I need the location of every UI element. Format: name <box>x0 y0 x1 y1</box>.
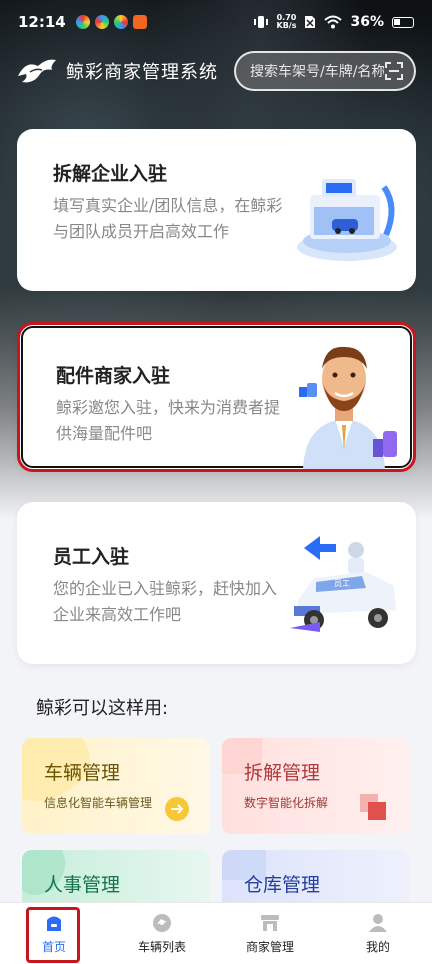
tab-selection-highlight <box>26 907 80 963</box>
tile-subtitle: 信息化智能车辆管理 <box>44 796 153 810</box>
factory-illustration-icon <box>297 179 397 261</box>
tab-label: 商家管理 <box>245 940 294 954</box>
app-notification-icon <box>113 15 128 29</box>
tile-title: 仓库管理 <box>244 874 321 896</box>
no-sim-icon <box>305 16 316 28</box>
hr-management-tile[interactable]: 人事管理 <box>22 850 210 910</box>
app-notification-icon <box>132 15 147 29</box>
usage-section-title: 鲸彩可以这样用: <box>36 698 169 719</box>
notification-icons <box>75 15 147 29</box>
tab-label: 我的 <box>365 940 390 954</box>
status-bar: 12:14 0.70 KB/s 36% <box>0 0 432 44</box>
vibrate-icon <box>253 16 268 28</box>
status-time: 12:14 <box>18 13 66 31</box>
battery-percent: 36% <box>350 14 384 30</box>
tab-vehicle-list[interactable]: 车辆列表 <box>108 903 216 964</box>
store-icon <box>261 915 279 931</box>
app-title: 鲸彩商家管理系统 <box>66 62 218 83</box>
dismantling-enterprise-card[interactable]: 拆解企业入驻 填写真实企业/团队信息，在鲸彩与团队成员开启高效工作 <box>17 129 416 291</box>
card-description: 鲸彩邀您入驻，快来为消费者提供海量配件吧 <box>56 398 281 443</box>
vehicle-management-tile[interactable]: 车辆管理 信息化智能车辆管理 <box>22 738 210 834</box>
arrow-right-circle-icon <box>165 797 189 821</box>
card-title: 员工入驻 <box>53 546 130 568</box>
car-list-icon <box>153 914 171 932</box>
decorative-shape-icon <box>22 738 90 802</box>
wifi-icon <box>324 15 343 29</box>
whale-logo-icon <box>18 59 56 83</box>
app-notification-icon <box>94 15 109 29</box>
app-header: 鲸彩商家管理系统 搜索车架号/车牌/名称 <box>0 50 432 92</box>
warehouse-management-tile[interactable]: 仓库管理 <box>222 850 410 910</box>
search-placeholder[interactable]: 搜索车架号/车牌/名称 <box>250 61 384 81</box>
card-description: 填写真实企业/团队信息，在鲸彩与团队成员开启高效工作 <box>53 196 283 241</box>
tile-title: 拆解管理 <box>244 762 321 784</box>
layers-icon <box>360 794 386 820</box>
employee-join-card[interactable]: 员工入驻 您的企业已入驻鲸彩，赶快加入企业来高效工作吧 员工 <box>17 502 416 664</box>
tile-title: 人事管理 <box>44 874 121 896</box>
network-speed-unit: KB/s <box>276 21 297 30</box>
network-speed: 0.70 KB/s <box>277 14 297 30</box>
tab-label: 车辆列表 <box>137 940 186 954</box>
tab-merchant-management[interactable]: 商家管理 <box>216 903 324 964</box>
battery-icon <box>392 16 414 28</box>
parts-merchant-card[interactable]: 配件商家入驻 鲸彩邀您入驻，快来为消费者提供海量配件吧 <box>17 322 416 472</box>
search-bar[interactable]: 搜索车架号/车牌/名称 <box>234 51 416 91</box>
pickup-truck-illustration-icon: 员工 <box>290 536 396 632</box>
scan-icon[interactable] <box>384 61 404 81</box>
card-description: 您的企业已入驻鲸彩，赶快加入企业来高效工作吧 <box>53 579 278 624</box>
card-title: 拆解企业入驻 <box>53 163 168 185</box>
dismantling-management-tile[interactable]: 拆解管理 数字智能化拆解 <box>222 738 410 834</box>
merchant-thumbs-up-illustration-icon <box>299 346 397 469</box>
tab-mine[interactable]: 我的 <box>324 903 432 964</box>
bottom-tab-bar: 首页 车辆列表 商家管理 我的 <box>0 902 432 964</box>
app-notification-icon <box>75 15 90 29</box>
svg-text:员工: 员工 <box>334 579 350 588</box>
tile-title: 车辆管理 <box>44 762 121 784</box>
tile-subtitle: 数字智能化拆解 <box>244 796 329 810</box>
user-icon <box>369 914 387 932</box>
card-title: 配件商家入驻 <box>56 365 171 387</box>
